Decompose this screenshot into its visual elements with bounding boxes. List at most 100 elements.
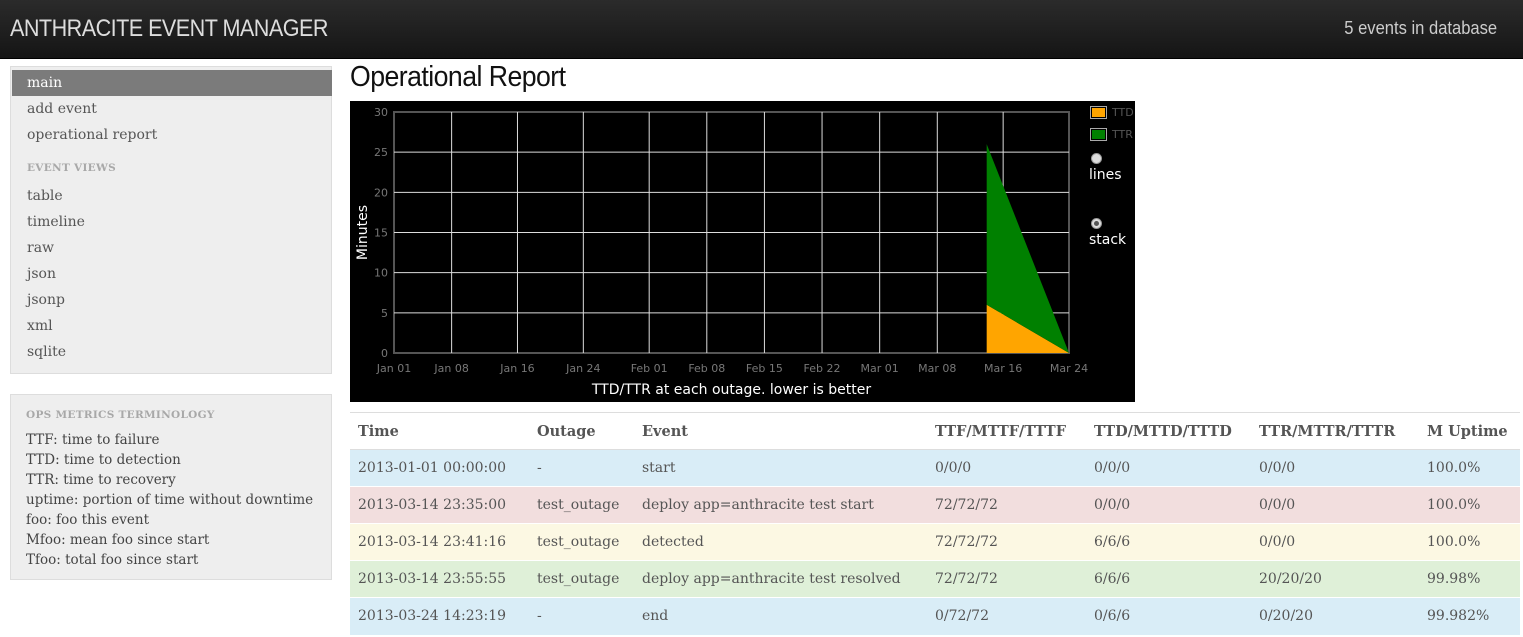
cell-ttf: 0/0/0 [927, 449, 1086, 487]
y-tick-label: 30 [374, 106, 388, 119]
y-tick-label: 10 [374, 267, 388, 280]
cell-ttf: 72/72/72 [927, 523, 1086, 561]
y-tick-label: 20 [374, 186, 388, 199]
term-item: TTF: time to failure [26, 432, 160, 448]
cell-time: 2013-03-14 23:41:16 [350, 523, 529, 561]
cell-time: 2013-03-14 23:35:00 [350, 486, 529, 524]
table-row: 2013-03-24 14:23:19 - end 0/72/72 0/6/6 … [350, 597, 1520, 635]
stack-radio[interactable] [1091, 218, 1102, 229]
column-header-event[interactable]: Event [634, 412, 927, 450]
sidebar-item-table[interactable]: table [12, 183, 332, 209]
cell-ttd: 6/6/6 [1086, 523, 1251, 561]
table-row: 2013-03-14 23:55:55 test_outage deploy a… [350, 560, 1520, 598]
page-title: Operational Report [350, 61, 566, 93]
cell-time: 2013-03-24 14:23:19 [350, 597, 529, 635]
column-header-ttr[interactable]: TTR/MTTR/TTTR [1251, 412, 1419, 450]
column-header-ttd[interactable]: TTD/MTTD/TTTD [1086, 412, 1251, 450]
sidebar-item-json[interactable]: json [12, 261, 332, 287]
cell-ttr: 0/0/0 [1251, 449, 1419, 487]
term-item: TTR: time to recovery [26, 472, 176, 488]
sidebar-item-main[interactable]: main [12, 70, 332, 96]
cell-ttf: 72/72/72 [927, 486, 1086, 524]
top-navbar: ANTHRACITE EVENT MANAGER 5 events in dat… [0, 0, 1523, 59]
cell-ttd: 0/6/6 [1086, 597, 1251, 635]
table-row: 2013-03-14 23:41:16 test_outage detected… [350, 523, 1520, 561]
x-axis-label: TTD/TTR at each outage. lower is better [591, 382, 871, 398]
cell-event: end [634, 597, 927, 635]
legend-label-ttd: TTD [1112, 106, 1134, 119]
cell-uptime: 100.0% [1419, 523, 1520, 561]
x-tick-label: Feb 01 [631, 362, 668, 375]
term-item: Tfoo: total foo since start [26, 552, 199, 568]
lines-radio-label[interactable]: lines [1089, 167, 1122, 183]
event-count: 5 events in database [1344, 18, 1497, 38]
y-tick-label: 5 [381, 307, 388, 320]
legend-swatch-ttr [1090, 128, 1107, 141]
sidebar-item-timeline[interactable]: timeline [12, 209, 332, 235]
y-tick-label: 15 [374, 227, 388, 240]
cell-outage: - [529, 449, 634, 487]
x-tick-label: Jan 08 [433, 362, 468, 375]
cell-ttf: 72/72/72 [927, 560, 1086, 598]
sidebar-nav: main add event operational report EVENT … [10, 66, 332, 374]
sidebar-item-xml[interactable]: xml [12, 313, 332, 339]
cell-outage: - [529, 597, 634, 635]
term-item: Mfoo: mean foo since start [26, 532, 210, 548]
sidebar-item-operational-report[interactable]: operational report [12, 122, 332, 148]
table-row: 2013-01-01 00:00:00 - start 0/0/0 0/0/0 … [350, 449, 1520, 487]
column-header-time[interactable]: Time [350, 412, 529, 450]
cell-outage: test_outage [529, 523, 634, 561]
x-tick-label: Feb 08 [688, 362, 725, 375]
x-tick-label: Jan 24 [565, 362, 600, 375]
column-header-outage[interactable]: Outage [529, 412, 634, 450]
column-header-uptime[interactable]: M Uptime [1419, 412, 1520, 450]
x-tick-label: Feb 22 [804, 362, 841, 375]
column-header-ttf[interactable]: TTF/MTTF/TTTF [927, 412, 1086, 450]
cell-ttd: 0/0/0 [1086, 486, 1251, 524]
sidebar-item-raw[interactable]: raw [12, 235, 332, 261]
term-item: foo: foo this event [26, 512, 150, 528]
sidebar-item-add-event[interactable]: add event [12, 96, 332, 122]
cell-time: 2013-03-14 23:55:55 [350, 560, 529, 598]
term-item: uptime: portion of time without downtime [26, 492, 314, 508]
cell-uptime: 99.982% [1419, 597, 1520, 635]
table-header-row: Time Outage Event TTF/MTTF/TTTF TTD/MTTD… [350, 412, 1520, 450]
cell-uptime: 99.98% [1419, 560, 1520, 598]
y-axis-label: Minutes [355, 205, 371, 260]
cell-ttf: 0/72/72 [927, 597, 1086, 635]
terminology-panel: OPS METRICS TERMINOLOGY TTF: time to fai… [10, 394, 332, 580]
cell-ttr: 0/0/0 [1251, 486, 1419, 524]
cell-event: deploy app=anthracite test resolved [634, 560, 927, 598]
x-tick-label: Mar 01 [861, 362, 899, 375]
events-table: Time Outage Event TTF/MTTF/TTTF TTD/MTTD… [350, 412, 1520, 635]
x-tick-label: Jan 16 [499, 362, 534, 375]
event-views-header: EVENT VIEWS [27, 162, 116, 174]
cell-event: start [634, 449, 927, 487]
x-tick-label: Jan 01 [376, 362, 411, 375]
cell-outage: test_outage [529, 560, 634, 598]
x-tick-label: Mar 24 [1050, 362, 1088, 375]
sidebar-item-sqlite[interactable]: sqlite [12, 339, 332, 365]
cell-ttr: 0/0/0 [1251, 523, 1419, 561]
cell-ttr: 20/20/20 [1251, 560, 1419, 598]
cell-outage: test_outage [529, 486, 634, 524]
terminology-header: OPS METRICS TERMINOLOGY [26, 409, 215, 421]
cell-event: detected [634, 523, 927, 561]
cell-ttr: 0/20/20 [1251, 597, 1419, 635]
ttd-ttr-chart: 0 5 10 15 20 25 30 Jan 01 Jan 08 Jan 16 Jan 24 Feb … [350, 101, 1135, 402]
y-tick-label: 25 [374, 146, 388, 159]
sidebar-item-jsonp[interactable]: jsonp [12, 287, 332, 313]
lines-radio[interactable] [1091, 153, 1102, 164]
app-title[interactable]: ANTHRACITE EVENT MANAGER [10, 15, 328, 43]
y-tick-label: 0 [381, 347, 388, 360]
stack-radio-label[interactable]: stack [1089, 232, 1126, 248]
cell-uptime: 100.0% [1419, 449, 1520, 487]
term-item: TTD: time to detection [26, 452, 181, 468]
cell-time: 2013-01-01 00:00:00 [350, 449, 529, 487]
legend-swatch-ttd [1090, 106, 1107, 119]
cell-uptime: 100.0% [1419, 486, 1520, 524]
legend-label-ttr: TTR [1112, 128, 1133, 141]
cell-ttd: 0/0/0 [1086, 449, 1251, 487]
chart-plot: 0 5 10 15 20 25 30 Jan 01 Jan 08 Jan 16 Jan 24 Feb … [355, 106, 1088, 398]
x-tick-label: Mar 16 [984, 362, 1022, 375]
